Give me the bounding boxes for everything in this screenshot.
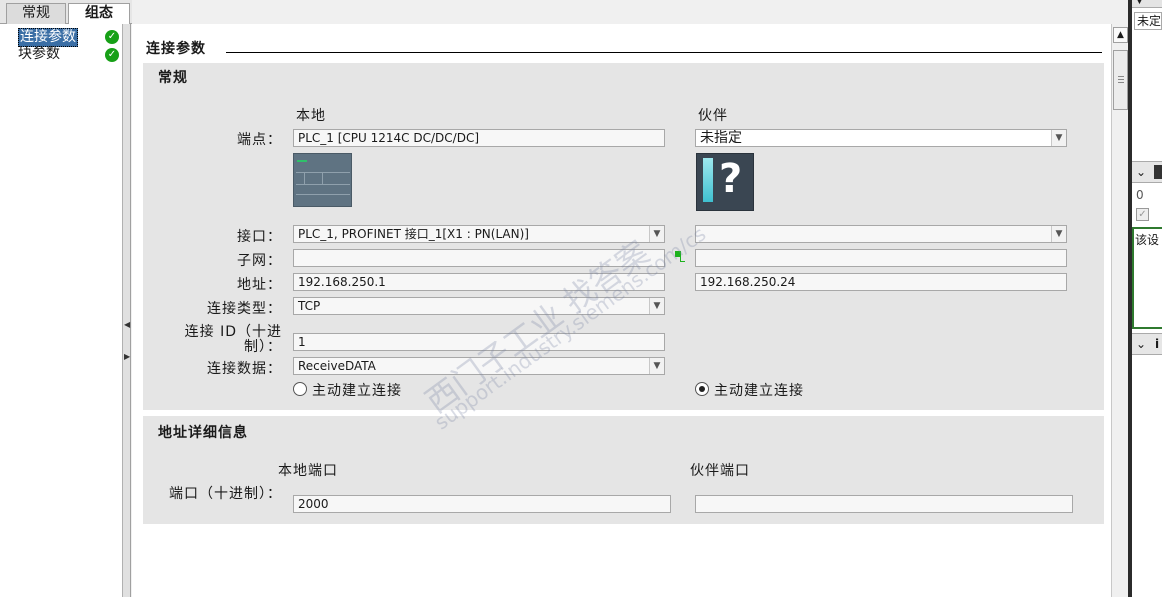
local-header: 本地 bbox=[296, 108, 326, 124]
plc-device-icon bbox=[293, 153, 352, 207]
conn-type-value: TCP bbox=[298, 299, 321, 313]
chevron-down-icon[interactable]: ▼ bbox=[649, 226, 664, 242]
panel-title-fragment: i bbox=[1155, 337, 1160, 351]
right-panel-header: ▼ bbox=[1132, 0, 1162, 8]
subnet-label: 子网： bbox=[237, 253, 282, 269]
right-info-text: 该设 bbox=[1135, 233, 1160, 247]
nav-item-connection-params[interactable]: 连接参数 ✓ bbox=[0, 28, 123, 47]
chevron-down-icon[interactable]: ▼ bbox=[1051, 226, 1066, 242]
ok-check-icon: ✓ bbox=[105, 48, 119, 62]
right-subpanel-header: ⌄ bbox=[1132, 161, 1162, 183]
tab-bar: 常规 组态 bbox=[0, 0, 132, 25]
chevron-down-icon[interactable]: ▼ bbox=[649, 298, 664, 314]
partner-header: 伙伴 bbox=[698, 108, 728, 124]
nav-item-label: 块参数 bbox=[18, 46, 60, 62]
partner-active-label: 主动建立连接 bbox=[714, 383, 804, 399]
scroll-up-icon[interactable]: ▲ bbox=[1113, 27, 1128, 43]
conn-data-label: 连接数据： bbox=[207, 361, 282, 377]
chevron-down-icon[interactable]: ▼ bbox=[1136, 0, 1143, 6]
settings-icon[interactable]: 0 bbox=[1136, 188, 1144, 202]
main-vertical-scrollbar[interactable]: ▲ bbox=[1111, 24, 1128, 597]
right-panel: ▼ 未定 ⌄ 0 ✓ 该设 ⌄ i bbox=[1132, 0, 1162, 597]
right-subpanel2-header: ⌄ i bbox=[1132, 333, 1162, 355]
address-label: 地址： bbox=[237, 277, 282, 293]
interface-label: 接口： bbox=[237, 229, 282, 245]
right-panel-field[interactable]: 未定 bbox=[1134, 12, 1162, 30]
collapse-left-icon[interactable]: ◀ bbox=[124, 320, 130, 329]
conn-data-value: ReceiveDATA bbox=[298, 359, 376, 373]
address-partner-field[interactable]: 192.168.250.24 bbox=[695, 273, 1067, 291]
local-active-radio[interactable] bbox=[293, 382, 307, 396]
endpoint-partner-select[interactable]: 未指定 ▼ bbox=[695, 129, 1067, 147]
local-port-field[interactable]: 2000 bbox=[293, 495, 671, 513]
chevron-down-icon[interactable]: ⌄ bbox=[1136, 165, 1146, 179]
chevron-down-icon[interactable]: ▼ bbox=[1051, 130, 1066, 146]
port-label: 端口（十进制）： bbox=[169, 486, 282, 502]
tab-configuration[interactable]: 组态 bbox=[68, 3, 130, 25]
unknown-device-icon: ? bbox=[696, 153, 754, 211]
panel-splitter[interactable]: ◀ ▶ bbox=[123, 24, 131, 597]
address-details-title: 地址详细信息 bbox=[158, 425, 248, 441]
conn-type-label: 连接类型： bbox=[207, 301, 282, 317]
ok-check-icon: ✓ bbox=[105, 30, 119, 44]
endpoint-partner-value: 未指定 bbox=[700, 130, 742, 146]
interface-local-select[interactable]: PLC_1, PROFINET 接口_1[X1 : PN(LAN)] ▼ bbox=[293, 225, 665, 243]
nav-item-block-params[interactable]: 块参数 ✓ bbox=[0, 46, 123, 64]
subnet-partner-field bbox=[695, 249, 1067, 267]
panel-icon bbox=[1154, 165, 1162, 179]
local-port-header: 本地端口 bbox=[278, 463, 338, 479]
disabled-checkbox: ✓ bbox=[1136, 208, 1149, 221]
endpoint-local-field: PLC_1 [CPU 1214C DC/DC/DC] bbox=[293, 129, 665, 147]
chevron-down-icon[interactable]: ⌄ bbox=[1136, 337, 1146, 351]
scroll-thumb[interactable] bbox=[1113, 50, 1128, 110]
partner-active-radio[interactable] bbox=[695, 382, 709, 396]
local-active-label: 主动建立连接 bbox=[312, 383, 402, 399]
conn-id-label-line2: 制）： bbox=[244, 339, 282, 355]
chevron-down-icon[interactable]: ▼ bbox=[649, 358, 664, 374]
partner-port-header: 伙伴端口 bbox=[690, 463, 750, 479]
endpoint-label: 端点： bbox=[237, 132, 282, 148]
left-nav: 连接参数 ✓ 块参数 ✓ bbox=[0, 24, 123, 597]
nav-item-label: 连接参数 bbox=[18, 28, 78, 47]
interface-local-value: PLC_1, PROFINET 接口_1[X1 : PN(LAN)] bbox=[298, 227, 529, 241]
interface-partner-select[interactable]: ▼ bbox=[695, 225, 1067, 243]
partner-port-field[interactable] bbox=[695, 495, 1073, 513]
section-divider bbox=[226, 52, 1102, 53]
tab-general[interactable]: 常规 bbox=[6, 3, 66, 24]
expand-right-icon[interactable]: ▶ bbox=[124, 352, 130, 361]
section-title: 连接参数 bbox=[146, 41, 206, 57]
right-info-box: 该设 bbox=[1132, 227, 1162, 329]
general-group-title: 常规 bbox=[158, 70, 188, 86]
